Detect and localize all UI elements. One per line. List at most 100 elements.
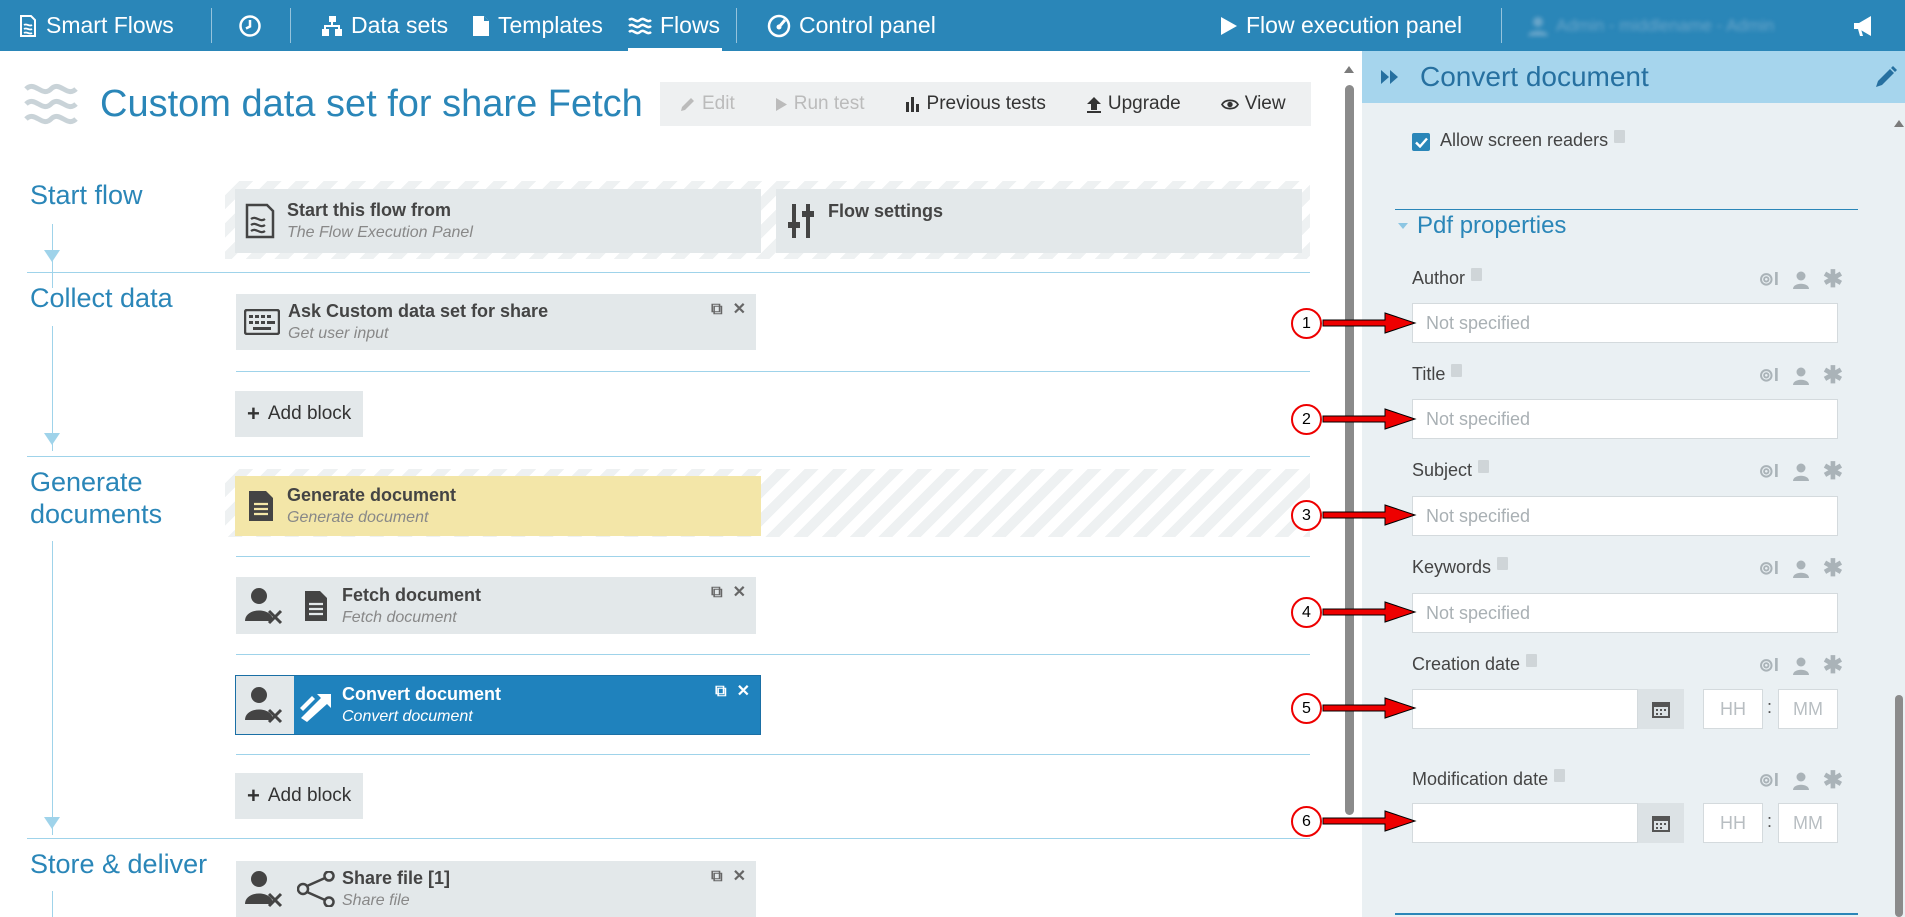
- user-icon[interactable]: [1792, 657, 1809, 675]
- info-icon[interactable]: [1478, 460, 1490, 473]
- section-generate-documents: Generate documents: [30, 466, 162, 530]
- variable-text-icon[interactable]: ⊚I: [1759, 655, 1779, 676]
- author-input[interactable]: [1412, 303, 1838, 343]
- close-icon[interactable]: ✕: [737, 684, 750, 700]
- copy-icon[interactable]: ⧉: [715, 684, 726, 700]
- nav-datasets[interactable]: Data sets: [321, 0, 448, 51]
- previous-tests-button[interactable]: Previous tests: [885, 93, 1066, 115]
- block-ask-data-title: Ask Custom data set for share: [288, 301, 549, 321]
- user-icon[interactable]: [1792, 271, 1809, 289]
- dashboard-icon: [767, 14, 791, 37]
- edit-icon[interactable]: [1875, 66, 1897, 88]
- nav-templates[interactable]: Templates: [472, 0, 603, 51]
- block-divider: [236, 654, 1310, 655]
- block-flow-settings[interactable]: Flow settings: [776, 189, 1302, 253]
- checkmark-icon: [1414, 137, 1428, 148]
- sliders-icon: [788, 204, 814, 238]
- block-ask-data[interactable]: Ask Custom data set for share Get user i…: [236, 294, 756, 350]
- top-nav: Smart Flows Data sets Templates Flows Co…: [0, 0, 1905, 51]
- block-share-file[interactable]: Share file [1] Share file ⧉ ✕: [236, 861, 756, 917]
- pencil-icon: [681, 98, 694, 111]
- block-generate-title: Generate document: [287, 485, 457, 505]
- upgrade-button[interactable]: Upgrade: [1066, 93, 1201, 115]
- nav-control-panel[interactable]: Control panel: [767, 0, 936, 51]
- section-line: [1395, 913, 1858, 915]
- history-button[interactable]: [238, 0, 262, 51]
- edit-button[interactable]: Edit: [660, 93, 755, 115]
- variable-text-icon[interactable]: ⊚I: [1759, 461, 1779, 482]
- allow-screen-readers-checkbox[interactable]: [1412, 133, 1430, 151]
- pdf-properties-toggle[interactable]: Pdf properties: [1397, 212, 1566, 240]
- block-generate-document[interactable]: Generate document Generate document: [235, 476, 761, 536]
- subject-input[interactable]: [1412, 496, 1838, 536]
- block-divider: [236, 754, 1310, 755]
- close-icon[interactable]: ✕: [733, 585, 746, 601]
- keywords-input[interactable]: [1412, 593, 1838, 633]
- user-icon[interactable]: [1792, 772, 1809, 790]
- previous-tests-label: Previous tests: [926, 93, 1046, 114]
- copy-icon[interactable]: ⧉: [711, 302, 722, 318]
- title-input[interactable]: [1412, 399, 1838, 439]
- creation-date-calendar-button[interactable]: [1638, 689, 1684, 729]
- modification-hour-input[interactable]: [1703, 803, 1763, 843]
- copy-icon[interactable]: ⧉: [711, 869, 722, 885]
- info-icon[interactable]: [1526, 654, 1538, 667]
- modification-minute-input[interactable]: [1778, 803, 1838, 843]
- block-start-from[interactable]: Start this flow from The Flow Execution …: [235, 189, 761, 253]
- variable-text-icon[interactable]: ⊚I: [1759, 365, 1779, 386]
- user-icon[interactable]: [1792, 560, 1809, 578]
- modification-date-input[interactable]: [1412, 803, 1638, 843]
- collapse-panel-icon[interactable]: [1380, 69, 1400, 85]
- run-test-button[interactable]: Run test: [755, 93, 885, 115]
- nav-brand[interactable]: Smart Flows: [18, 0, 174, 51]
- info-icon[interactable]: [1614, 130, 1626, 143]
- nav-flow-execution-label[interactable]: Flow execution panel: [1246, 12, 1462, 39]
- close-icon[interactable]: ✕: [733, 869, 746, 885]
- share-icon: [297, 871, 335, 907]
- nav-separator: [1501, 8, 1502, 43]
- required-asterisk-icon[interactable]: ✱: [1823, 361, 1843, 390]
- info-icon[interactable]: [1497, 557, 1509, 570]
- user-icon[interactable]: [1792, 367, 1809, 385]
- creation-date-field-options: ⊚I ✱: [1759, 651, 1843, 680]
- variable-text-icon[interactable]: ⊚I: [1759, 770, 1779, 791]
- upgrade-label: Upgrade: [1107, 93, 1181, 114]
- callout-badge: 1: [1291, 308, 1322, 339]
- required-asterisk-icon[interactable]: ✱: [1823, 457, 1843, 486]
- calendar-icon: [1652, 702, 1670, 718]
- block-fetch-document[interactable]: Fetch document Fetch document ⧉ ✕: [236, 577, 756, 634]
- creation-hour-input[interactable]: [1703, 689, 1763, 729]
- required-asterisk-icon[interactable]: ✱: [1823, 766, 1843, 795]
- user-icon[interactable]: [1792, 463, 1809, 481]
- block-share-subtitle: Share file: [342, 892, 410, 909]
- copy-icon[interactable]: ⧉: [711, 585, 722, 601]
- required-asterisk-icon[interactable]: ✱: [1823, 651, 1843, 680]
- add-block-button[interactable]: + Add block: [235, 773, 364, 819]
- clock-icon: [239, 14, 261, 37]
- panel-scrollbar-thumb[interactable]: [1895, 695, 1903, 917]
- variable-text-icon[interactable]: ⊚I: [1759, 269, 1779, 290]
- modification-date-calendar-button[interactable]: [1638, 803, 1684, 843]
- variable-text-icon[interactable]: ⊚I: [1759, 558, 1779, 579]
- nav-datasets-label: Data sets: [351, 12, 449, 38]
- view-button[interactable]: View: [1201, 93, 1306, 115]
- nav-flows[interactable]: Flows: [628, 0, 723, 51]
- scroll-up-icon[interactable]: [1893, 118, 1905, 128]
- add-block-button[interactable]: + Add block: [235, 391, 364, 437]
- creation-minute-input[interactable]: [1778, 689, 1838, 729]
- announcements-button[interactable]: [1852, 0, 1876, 51]
- document-icon: [305, 590, 327, 621]
- info-icon[interactable]: [1554, 769, 1566, 782]
- user-menu[interactable]: Admin - middlename - Admin: [1528, 0, 1774, 51]
- close-icon[interactable]: ✕: [733, 302, 746, 318]
- block-convert-document[interactable]: Convert document Convert document ⧉ ✕: [235, 675, 761, 735]
- creation-date-input[interactable]: [1412, 689, 1638, 729]
- document-icon: [473, 15, 489, 36]
- scroll-up-icon[interactable]: [1343, 64, 1355, 74]
- block-divider: [236, 556, 1310, 557]
- nav-flow-execution[interactable]: Flow execution panel: [1220, 0, 1462, 51]
- info-icon[interactable]: [1451, 364, 1463, 377]
- info-icon[interactable]: [1471, 268, 1483, 281]
- required-asterisk-icon[interactable]: ✱: [1823, 554, 1843, 583]
- required-asterisk-icon[interactable]: ✱: [1823, 265, 1843, 294]
